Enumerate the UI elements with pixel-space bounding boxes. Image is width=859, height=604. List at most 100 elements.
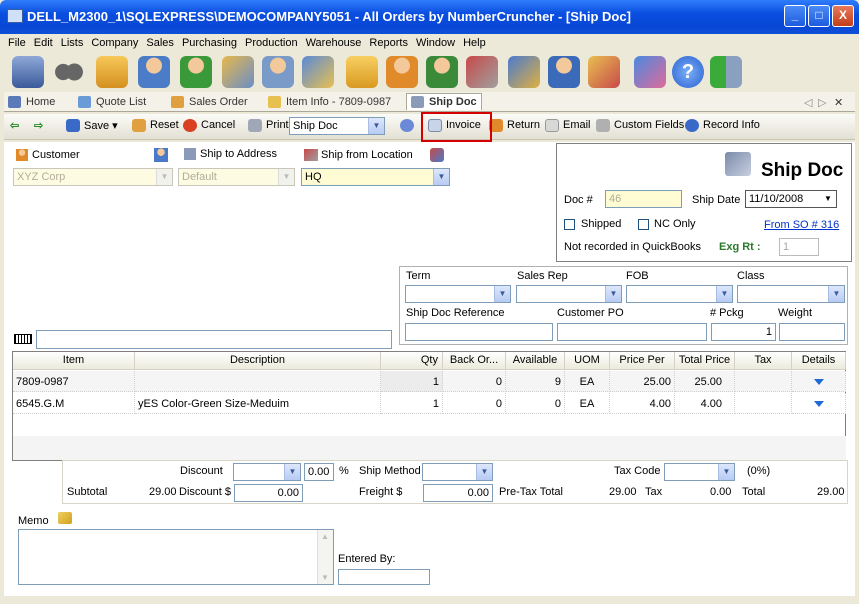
cell-tax[interactable] xyxy=(735,393,792,414)
cell-total-price[interactable]: 25.00 xyxy=(675,371,735,392)
cell-available[interactable]: 0 xyxy=(506,393,565,414)
ship-date-field[interactable]: 11/10/2008 ▼ xyxy=(745,190,837,208)
package-count-field[interactable]: 1 xyxy=(711,323,776,341)
menu-window[interactable]: Window xyxy=(412,34,459,49)
email-button[interactable]: Email xyxy=(545,119,591,132)
print-option-select[interactable]: Ship Doc ▼ xyxy=(289,117,385,135)
tab-home[interactable]: Home xyxy=(4,94,59,111)
edit-icon[interactable] xyxy=(634,56,666,88)
menu-edit[interactable]: Edit xyxy=(30,34,57,49)
col-header-back-order[interactable]: Back Or... xyxy=(443,352,506,370)
doc-number-field[interactable]: 46 xyxy=(605,190,682,208)
binoculars-icon[interactable] xyxy=(52,56,84,88)
box-icon[interactable] xyxy=(346,56,378,88)
exit-icon[interactable] xyxy=(710,56,742,88)
save-button[interactable]: Save ▾ xyxy=(66,119,118,132)
sales-rep-select[interactable]: ▼ xyxy=(516,285,622,303)
database-icon[interactable] xyxy=(12,56,44,88)
cell-qty[interactable]: 1 xyxy=(381,393,443,414)
customer-icon[interactable] xyxy=(386,56,418,88)
refresh-icon[interactable] xyxy=(400,119,414,135)
contact-icon[interactable] xyxy=(426,56,458,88)
vendor-check-icon[interactable] xyxy=(180,56,212,88)
fob-select[interactable]: ▼ xyxy=(626,285,733,303)
reset-button[interactable]: Reset xyxy=(132,119,179,132)
help-icon[interactable]: ? xyxy=(672,56,704,88)
cell-total-price[interactable]: 4.00 xyxy=(675,393,735,414)
details-expand-icon[interactable] xyxy=(792,371,846,392)
table-row[interactable]: 7809-0987 1 0 9 EA 25.00 25.00 xyxy=(13,371,846,392)
discount-select[interactable]: ▼ xyxy=(233,463,301,481)
ship-from-select[interactable]: HQ ▼ xyxy=(301,168,450,186)
discount-amount-field[interactable]: 0.00 xyxy=(234,484,303,502)
col-header-item[interactable]: Item xyxy=(13,352,135,370)
cell-uom[interactable]: EA xyxy=(565,393,610,414)
minimize-button[interactable]: _ xyxy=(784,5,806,27)
cancel-button[interactable]: Cancel xyxy=(183,119,235,132)
tab-quote-list[interactable]: Quote List xyxy=(74,94,150,111)
inventory-check-icon[interactable] xyxy=(222,56,254,88)
security-icon[interactable] xyxy=(588,56,620,88)
tab-close-button[interactable]: ✕ xyxy=(834,94,847,111)
table-row[interactable]: 6545.G.M yES Color-Green Size-Meduim 1 0… xyxy=(13,393,846,414)
cell-description[interactable]: yES Color-Green Size-Meduim xyxy=(135,393,381,414)
menu-company[interactable]: Company xyxy=(87,34,142,49)
users-icon[interactable] xyxy=(508,56,540,88)
memo-field[interactable]: ▲ ▼ xyxy=(18,529,334,585)
cell-available[interactable]: 9 xyxy=(506,371,565,392)
col-header-details[interactable]: Details xyxy=(792,352,846,370)
vendor-report-icon[interactable] xyxy=(262,56,294,88)
tab-next-button[interactable]: ▷ xyxy=(818,94,830,111)
location-lookup-icon[interactable] xyxy=(430,148,444,162)
custom-fields-button[interactable]: Custom Fields xyxy=(596,119,684,132)
back-arrow-icon[interactable]: ⇦ xyxy=(10,119,19,132)
customer-select[interactable]: XYZ Corp ▼ xyxy=(13,168,173,186)
ship-method-select[interactable]: ▼ xyxy=(422,463,493,481)
col-header-price-per[interactable]: Price Per xyxy=(610,352,675,370)
exchange-rate-field[interactable]: 1 xyxy=(779,238,819,256)
tab-prev-button[interactable]: ◁ xyxy=(804,94,816,111)
class-select[interactable]: ▼ xyxy=(737,285,845,303)
customer-check-icon[interactable] xyxy=(138,56,170,88)
ship-to-select[interactable]: Default ▼ xyxy=(178,168,295,186)
cell-item[interactable]: 7809-0987 xyxy=(13,371,135,392)
orders-icon[interactable] xyxy=(302,56,334,88)
details-expand-icon[interactable] xyxy=(792,393,846,414)
cell-price-per[interactable]: 25.00 xyxy=(610,371,675,392)
maximize-button[interactable]: □ xyxy=(808,5,830,27)
tax-code-select[interactable]: ▼ xyxy=(664,463,735,481)
menu-purchasing[interactable]: Purchasing xyxy=(178,34,241,49)
col-header-available[interactable]: Available xyxy=(506,352,565,370)
new-row[interactable] xyxy=(13,436,846,460)
menu-help[interactable]: Help xyxy=(459,34,490,49)
col-header-qty[interactable]: Qty xyxy=(381,352,443,370)
record-info-button[interactable]: Record Info xyxy=(685,119,760,132)
return-button[interactable]: Return xyxy=(489,119,540,132)
discount-percent-field[interactable]: 0.00 xyxy=(304,463,334,481)
shipping-icon[interactable] xyxy=(466,56,498,88)
package-check-icon[interactable] xyxy=(96,56,128,88)
cell-price-per[interactable]: 4.00 xyxy=(610,393,675,414)
customer-lookup-icon[interactable] xyxy=(154,148,168,162)
cell-back-order[interactable]: 0 xyxy=(443,371,506,392)
shipped-checkbox[interactable] xyxy=(564,219,575,230)
close-button[interactable]: X xyxy=(832,5,854,27)
cell-tax[interactable] xyxy=(735,371,792,392)
ship-doc-reference-field[interactable] xyxy=(405,323,553,341)
col-header-uom[interactable]: UOM xyxy=(565,352,610,370)
menu-lists[interactable]: Lists xyxy=(57,34,88,49)
term-select[interactable]: ▼ xyxy=(405,285,511,303)
forward-arrow-icon[interactable]: ⇨ xyxy=(34,119,43,132)
print-button[interactable]: Print xyxy=(248,119,289,132)
employee-icon[interactable] xyxy=(548,56,580,88)
note-icon[interactable] xyxy=(58,512,72,524)
tab-sales-order[interactable]: Sales Order xyxy=(167,94,252,111)
menu-production[interactable]: Production xyxy=(241,34,302,49)
col-header-description[interactable]: Description xyxy=(135,352,381,370)
cell-item[interactable]: 6545.G.M xyxy=(13,393,135,414)
customer-po-field[interactable] xyxy=(557,323,707,341)
menu-warehouse[interactable]: Warehouse xyxy=(302,34,366,49)
menu-file[interactable]: File xyxy=(4,34,30,49)
cell-back-order[interactable]: 0 xyxy=(443,393,506,414)
from-so-link[interactable]: From SO # 316 xyxy=(764,219,839,231)
